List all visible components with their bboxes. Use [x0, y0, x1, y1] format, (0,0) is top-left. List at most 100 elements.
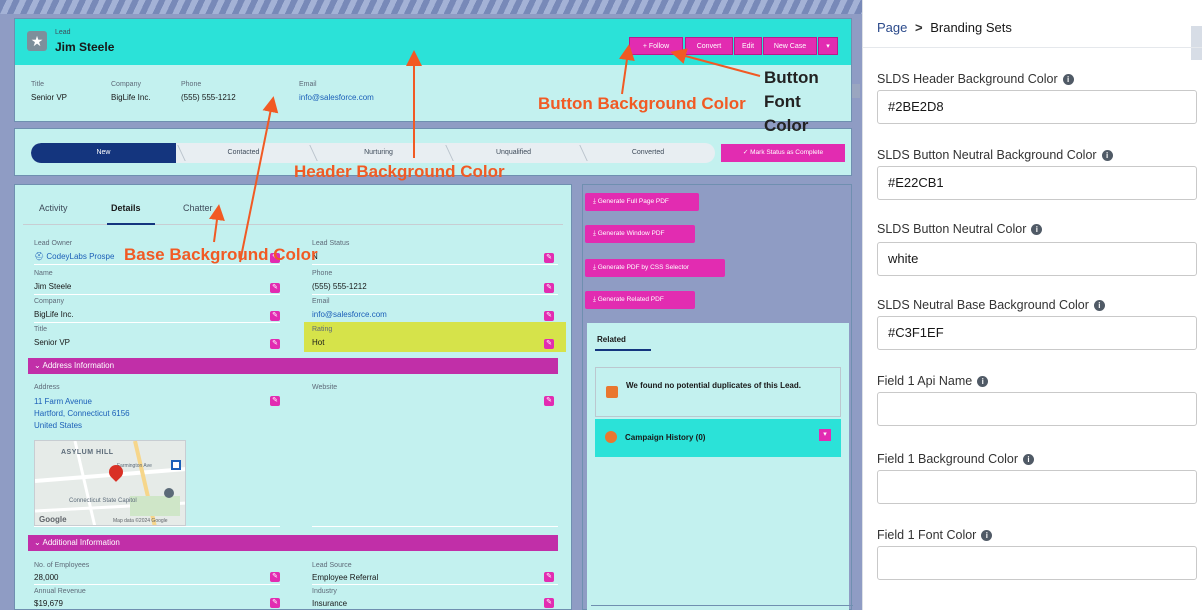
duplicate-message: We found no potential duplicates of this…: [626, 381, 801, 390]
edit-button[interactable]: Edit: [734, 37, 762, 55]
section-address-information[interactable]: ⌄ Address Information: [28, 358, 558, 374]
field-value-industry: Insurance: [312, 599, 348, 608]
path-step-contacted[interactable]: Contacted: [176, 143, 311, 163]
highlight-label-phone: Phone: [181, 81, 202, 88]
edit-phone-icon[interactable]: ✎: [544, 283, 554, 293]
edit-email-icon[interactable]: ✎: [544, 311, 554, 321]
owner-icon: ⛑: [34, 252, 47, 261]
button-label: Generate PDF by CSS Selector: [597, 264, 690, 271]
tab-activity[interactable]: Activity: [39, 203, 68, 213]
more-actions-dropdown[interactable]: ▾: [818, 37, 838, 55]
property-panel: Page > Branding Sets SLDS Header Backgro…: [862, 0, 1202, 610]
address-line-3[interactable]: United States: [34, 421, 82, 430]
field1-bg-color-label: Field 1 Background Color i: [877, 452, 1035, 466]
address-map[interactable]: ASYLUM HILL Farmington Ave Connecticut S…: [34, 440, 186, 526]
field-divider: [312, 264, 558, 265]
path-step-converted[interactable]: Converted: [581, 143, 715, 163]
info-icon[interactable]: i: [1101, 150, 1113, 161]
edit-employees-icon[interactable]: ✎: [270, 572, 280, 582]
info-icon[interactable]: i: [1031, 224, 1043, 235]
lightning-record-preview: ★ Lead Jim Steele + Follow Convert Edit …: [0, 0, 862, 610]
generate-related-pdf-button[interactable]: ⤓ Generate Related PDF: [585, 291, 695, 309]
tab-related[interactable]: Related: [597, 335, 626, 344]
edit-revenue-icon[interactable]: ✎: [270, 598, 280, 608]
field-label-address: Address: [34, 384, 60, 391]
field-label-website: Website: [312, 384, 338, 391]
new-case-button[interactable]: New Case: [763, 37, 817, 55]
edit-title-icon[interactable]: ✎: [270, 339, 280, 349]
campaign-history-title[interactable]: Campaign History (0): [625, 433, 705, 442]
field1-bg-color-input[interactable]: [877, 470, 1197, 504]
header-divider: [863, 47, 1202, 48]
section-additional-information[interactable]: ⌄ Additional Information: [28, 535, 558, 551]
info-icon[interactable]: i: [1062, 74, 1074, 85]
convert-button[interactable]: Convert: [685, 37, 733, 55]
tab-chatter[interactable]: Chatter: [183, 203, 213, 213]
edit-name-icon[interactable]: ✎: [270, 283, 280, 293]
header-bg-color-label: SLDS Header Background Color i: [877, 72, 1074, 86]
button-bg-color-label: SLDS Button Neutral Background Color i: [877, 148, 1113, 162]
field-label-company: Company: [34, 298, 64, 305]
field1-font-color-input[interactable]: [877, 546, 1197, 580]
field1-api-name-input[interactable]: [877, 392, 1197, 426]
path-step-new[interactable]: New: [31, 143, 176, 163]
field-value-email[interactable]: info@salesforce.com: [312, 310, 387, 319]
edit-lead-source-icon[interactable]: ✎: [544, 572, 554, 582]
button-label: Generate Related PDF: [597, 296, 664, 303]
path-step-nurturing[interactable]: Nurturing: [311, 143, 446, 163]
header-bg-color-input[interactable]: #2BE2D8: [877, 90, 1197, 124]
base-bg-color-label: SLDS Neutral Base Background Color i: [877, 298, 1105, 312]
campaign-menu-dropdown[interactable]: ▾: [819, 429, 831, 441]
generate-full-page-pdf-button[interactable]: ⤓ Generate Full Page PDF: [585, 193, 699, 211]
lead-star-icon: ★: [27, 31, 47, 51]
field-label-employees: No. of Employees: [34, 562, 90, 569]
highlight-label-company: Company: [111, 81, 141, 88]
field1-api-name-label: Field 1 Api Name i: [877, 374, 989, 388]
edit-rating-icon[interactable]: ✎: [544, 339, 554, 349]
button-bg-color-input[interactable]: #E22CB1: [877, 166, 1197, 200]
address-line-1[interactable]: 11 Farm Avenue: [34, 397, 92, 406]
label-text: SLDS Button Neutral Background Color: [877, 148, 1097, 162]
field-value-lead-owner[interactable]: ⛑ CodeyLabs Prospe: [34, 252, 114, 261]
generate-window-pdf-button[interactable]: ⤓ Generate Window PDF: [585, 225, 695, 243]
lead-owner-text: CodeyLabs Prospe: [46, 252, 115, 261]
field-divider: [312, 294, 558, 295]
address-line-2[interactable]: Hartford, Connecticut 6156: [34, 409, 130, 418]
edit-company-icon[interactable]: ✎: [270, 311, 280, 321]
annotation-base-background: Base Background Color: [124, 245, 318, 264]
panel-resize-handle[interactable]: [852, 84, 860, 98]
section-title: Address Information: [42, 361, 115, 370]
campaign-history-card[interactable]: Campaign History (0) ▾: [595, 419, 841, 457]
field-value-lead-source: Employee Referral: [312, 573, 379, 582]
button-color-input[interactable]: white: [877, 242, 1197, 276]
info-icon[interactable]: i: [1093, 300, 1105, 311]
field-label-name: Name: [34, 270, 53, 277]
edit-lead-status-icon[interactable]: ✎: [544, 253, 554, 263]
google-logo: Google: [39, 515, 67, 524]
panel-collapse-handle[interactable]: [1191, 26, 1202, 60]
generate-pdf-by-css-selector-button[interactable]: ⤓ Generate PDF by CSS Selector: [585, 259, 725, 277]
breadcrumb-parent[interactable]: Page: [877, 20, 907, 35]
info-icon[interactable]: i: [1023, 454, 1035, 465]
header-band: ★ Lead Jim Steele + Follow Convert Edit …: [15, 19, 851, 65]
button-color-label: SLDS Button Neutral Color i: [877, 222, 1043, 236]
base-bg-color-input[interactable]: #C3F1EF: [877, 316, 1197, 350]
follow-button[interactable]: + Follow: [629, 37, 683, 55]
path-step-unqualified[interactable]: Unqualified: [446, 143, 581, 163]
section-title: Additional Information: [42, 538, 120, 547]
edit-website-icon[interactable]: ✎: [544, 396, 554, 406]
info-icon[interactable]: i: [981, 530, 993, 541]
tab-details[interactable]: Details: [111, 203, 141, 213]
field-label-email: Email: [312, 298, 330, 305]
highlight-value-email[interactable]: info@salesforce.com: [299, 93, 374, 102]
field-divider: [312, 584, 558, 585]
mark-status-complete-button[interactable]: ✓ Mark Status as Complete: [721, 144, 845, 162]
field-divider: [312, 526, 558, 527]
campaign-icon: [605, 431, 617, 443]
duplicate-check-card: We found no potential duplicates of this…: [595, 367, 841, 417]
edit-address-icon[interactable]: ✎: [270, 396, 280, 406]
label-text: SLDS Neutral Base Background Color: [877, 298, 1089, 312]
info-icon[interactable]: i: [977, 376, 989, 387]
field-divider: [34, 322, 280, 323]
edit-industry-icon[interactable]: ✎: [544, 598, 554, 608]
